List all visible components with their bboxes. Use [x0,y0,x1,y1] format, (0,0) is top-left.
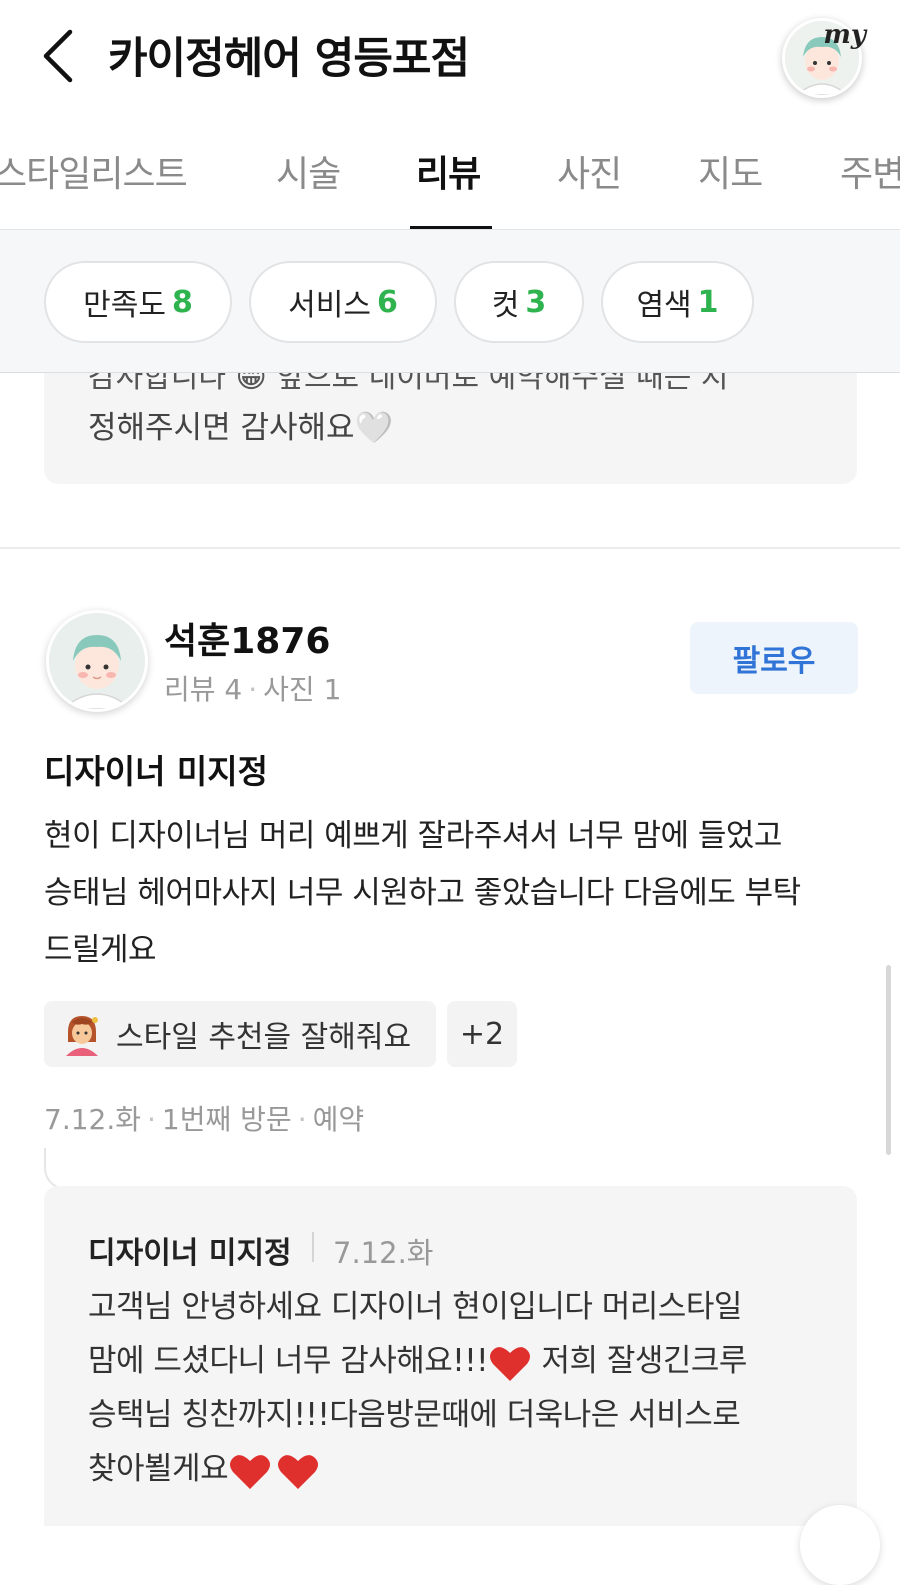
meta-separator: · [248,673,258,706]
scroll-top-button[interactable] [800,1505,880,1585]
reply-text-segment: 맘에 드셨다니 너무 감사해요!!! [88,1343,489,1379]
reply-body: 고객님 안녕하세요 디자이너 현이입니다 머리스타일 맘에 드셨다니 너무 감사… [88,1280,848,1496]
reviewer-stats: 리뷰 4 · 사진 1 [164,668,341,708]
tab-stylist[interactable]: 스타일리스트 [0,145,188,197]
review-designer: 디자이너 미지정 [44,752,269,791]
filter-chip-count: 1 [697,284,719,320]
reply-separator [312,1232,314,1262]
keyword-filter-bar: 만족도 8 서비스 6 컷3 염색 1 [0,229,900,373]
visit-info: 7.12.화 · 1번째 방문 · 예약 [44,1098,364,1138]
review-text-line: 드릴게요 [44,932,157,968]
review-tag-label: 스타일 추천을 잘해줘요 [116,1020,412,1055]
my-label: my [823,20,866,50]
reply-author: 디자이너 미지정 [88,1236,292,1271]
app-header: 카이정헤어 영등포점 my [0,0,900,115]
filter-chip-label: 컷 [491,288,520,323]
review-text-line: 현이 디자이너님 머리 예쁘게 잘라주셔서 너무 맘에 들었고 [44,818,782,854]
reply-text-line: 맘에 드셨다니 너무 감사해요!!! 저희 잘생긴크루 [88,1334,848,1388]
review-body[interactable]: 현이 디자이너님 머리 예쁘게 잘라주셔서 너무 맘에 들었고 승태님 헤어마사… [44,808,874,979]
visit-type: 예약 [312,1103,365,1136]
tab-review[interactable]: 리뷰 [416,145,481,197]
more-tags-button[interactable]: +2 [447,1001,517,1067]
review-keyword-tag[interactable]: 스타일 추천을 잘해줘요 [44,1001,436,1067]
reply-text-line: 찾아뵐게요 [88,1442,848,1496]
tab-map[interactable]: 지도 [698,145,763,197]
reply-date: 7.12.화 [333,1236,434,1270]
reply-text-segment: 저희 잘생긴크루 [532,1343,747,1379]
scrollbar[interactable] [886,965,891,1155]
hairdresser-emoji-icon [66,1016,98,1056]
reply-text-line: 승택님 칭찬까지!!!다음방문때에 더욱나은 서비스로 [88,1397,741,1433]
follow-button[interactable]: 팔로우 [690,622,858,694]
tab-photo[interactable]: 사진 [557,145,622,197]
reviewer-name[interactable]: 석훈1876 [164,612,330,664]
red-heart-icon [230,1454,271,1489]
review-text-line: 승태님 헤어마사지 너무 시원하고 좋았습니다 다음에도 부탁 [44,875,801,911]
tab-treatment[interactable]: 시술 [276,145,341,197]
visit-count: 1번째 방문 [161,1103,292,1136]
page-title: 카이정헤어 영등포점 [108,34,470,84]
filter-chip-label: 염색 [636,288,692,323]
chevron-left-icon [43,29,73,83]
meta-separator: · [297,1103,307,1136]
filter-chip-dye[interactable]: 염색 1 [601,261,754,343]
reviewer-photo-count: 사진 1 [263,673,342,706]
filter-chip-count: 6 [376,284,398,320]
reply-text-line: 고객님 안녕하세요 디자이너 현이입니다 머리스타일 [88,1289,742,1325]
reviewer-review-count: 리뷰 4 [164,673,243,706]
filter-chip-cut[interactable]: 컷3 [454,261,584,343]
tab-nearby[interactable]: 주변 [840,145,900,197]
review-divider [0,547,900,549]
reply-connector [44,1148,86,1190]
filter-chip-service[interactable]: 서비스 6 [249,261,437,343]
red-heart-icon [278,1454,319,1489]
reply-text-segment: 찾아뵐게요 [88,1451,229,1487]
reviewer-avatar[interactable] [46,610,148,712]
red-heart-icon [490,1346,531,1381]
filter-chip-count: 8 [171,284,193,320]
my-page-button[interactable]: my [778,14,868,104]
previous-review-last-line: 정해주시면 감사해요🤍 [88,410,394,446]
visit-date: 7.12.화 [44,1103,142,1136]
meta-separator: · [147,1103,156,1136]
filter-chip-count: 3 [525,284,547,320]
filter-chip-label: 서비스 [288,288,371,323]
filter-chip-label: 만족도 [83,288,166,323]
back-button[interactable] [30,26,90,86]
filter-chip-satisfaction[interactable]: 만족도 8 [44,261,232,343]
tab-bar: 스타일리스트 시술 리뷰 사진 지도 주변 [0,115,900,229]
